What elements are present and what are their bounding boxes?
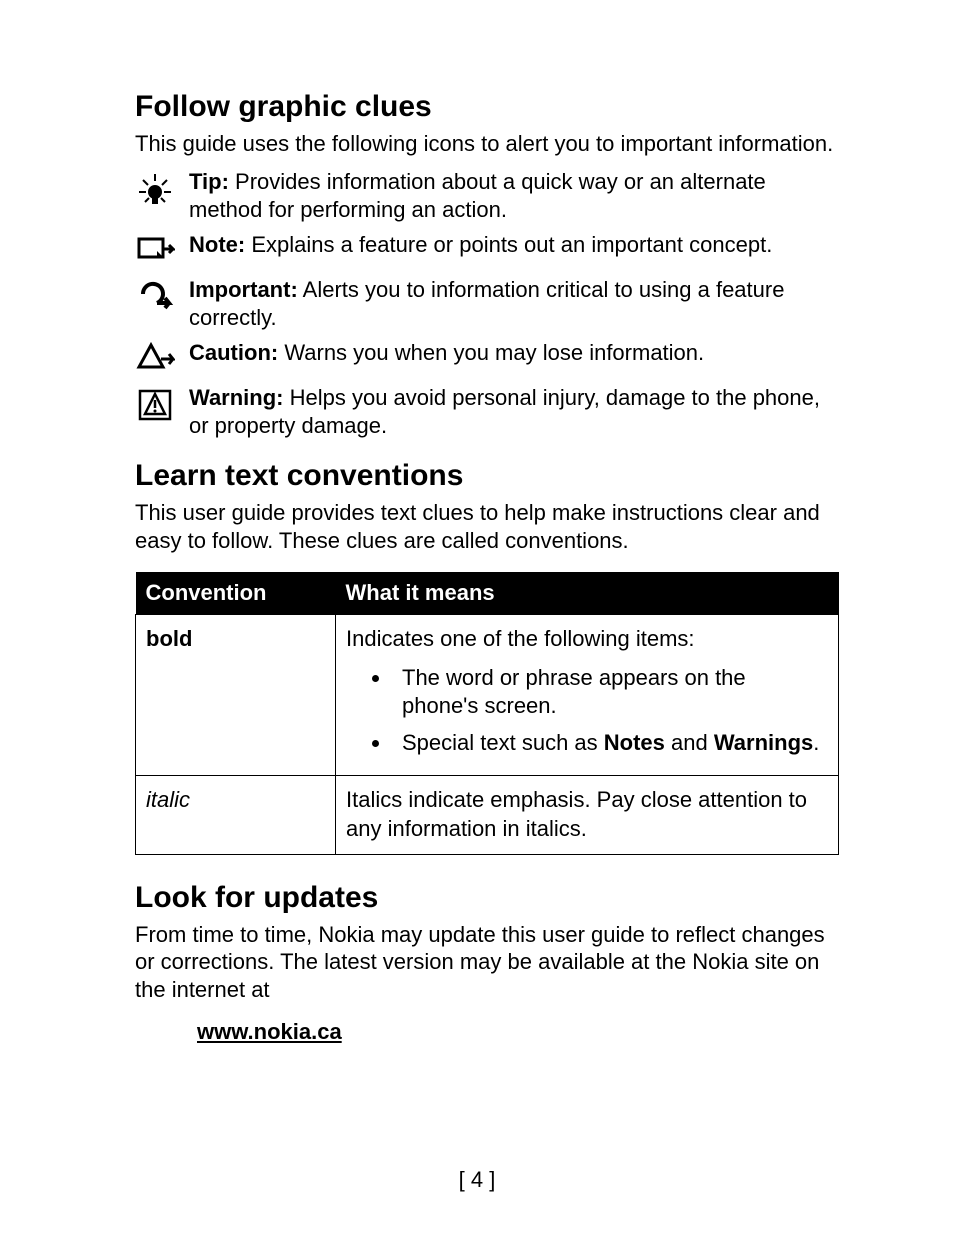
table-header-meaning: What it means — [336, 572, 839, 615]
row-lead: Indicates one of the following items: — [346, 626, 695, 651]
lightbulb-icon — [135, 168, 189, 215]
important-icon — [135, 276, 189, 315]
table-row: italic Italics indicate emphasis. Pay cl… — [136, 776, 839, 854]
clue-label: Note: — [189, 232, 245, 257]
row-label-italic: italic — [146, 787, 190, 812]
heading-text-conventions: Learn text conventions — [135, 459, 839, 493]
list-item: Special text such as Notes and Warnings. — [392, 729, 828, 758]
page-number: [ 4 ] — [0, 1167, 954, 1193]
row-label-bold: bold — [146, 626, 192, 651]
clue-body: Helps you avoid personal injury, damage … — [189, 385, 820, 439]
clue-note: Note: Explains a feature or points out a… — [135, 231, 839, 270]
warning-icon — [135, 384, 189, 429]
intro-section1: This guide uses the following icons to a… — [135, 130, 839, 158]
clue-tip: Tip: Provides information about a quick … — [135, 168, 839, 225]
clue-label: Caution: — [189, 340, 278, 365]
clue-important: Important: Alerts you to information cri… — [135, 276, 839, 333]
clue-label: Tip: — [189, 169, 229, 194]
caution-icon — [135, 339, 189, 378]
intro-section2: This user guide provides text clues to h… — [135, 499, 839, 554]
nokia-link[interactable]: www.nokia.ca — [197, 1019, 839, 1045]
row-text: Italics indicate emphasis. Pay close att… — [336, 776, 839, 854]
table-row: bold Indicates one of the following item… — [136, 615, 839, 776]
clue-body: Explains a feature or points out an impo… — [245, 232, 772, 257]
clue-label: Important: — [189, 277, 298, 302]
heading-look-for-updates: Look for updates — [135, 881, 839, 915]
heading-follow-graphic-clues: Follow graphic clues — [135, 90, 839, 124]
clue-body: Provides information about a quick way o… — [189, 169, 766, 223]
clue-caution: Caution: Warns you when you may lose inf… — [135, 339, 839, 378]
clue-warning: Warning: Helps you avoid personal injury… — [135, 384, 839, 441]
list-item: The word or phrase appears on the phone'… — [392, 664, 828, 721]
conventions-table: Convention What it means bold Indicates … — [135, 572, 839, 855]
intro-section3: From time to time, Nokia may update this… — [135, 921, 839, 1004]
clue-body: Warns you when you may lose information. — [278, 340, 704, 365]
note-icon — [135, 231, 189, 270]
table-header-convention: Convention — [136, 572, 336, 615]
clue-label: Warning: — [189, 385, 284, 410]
